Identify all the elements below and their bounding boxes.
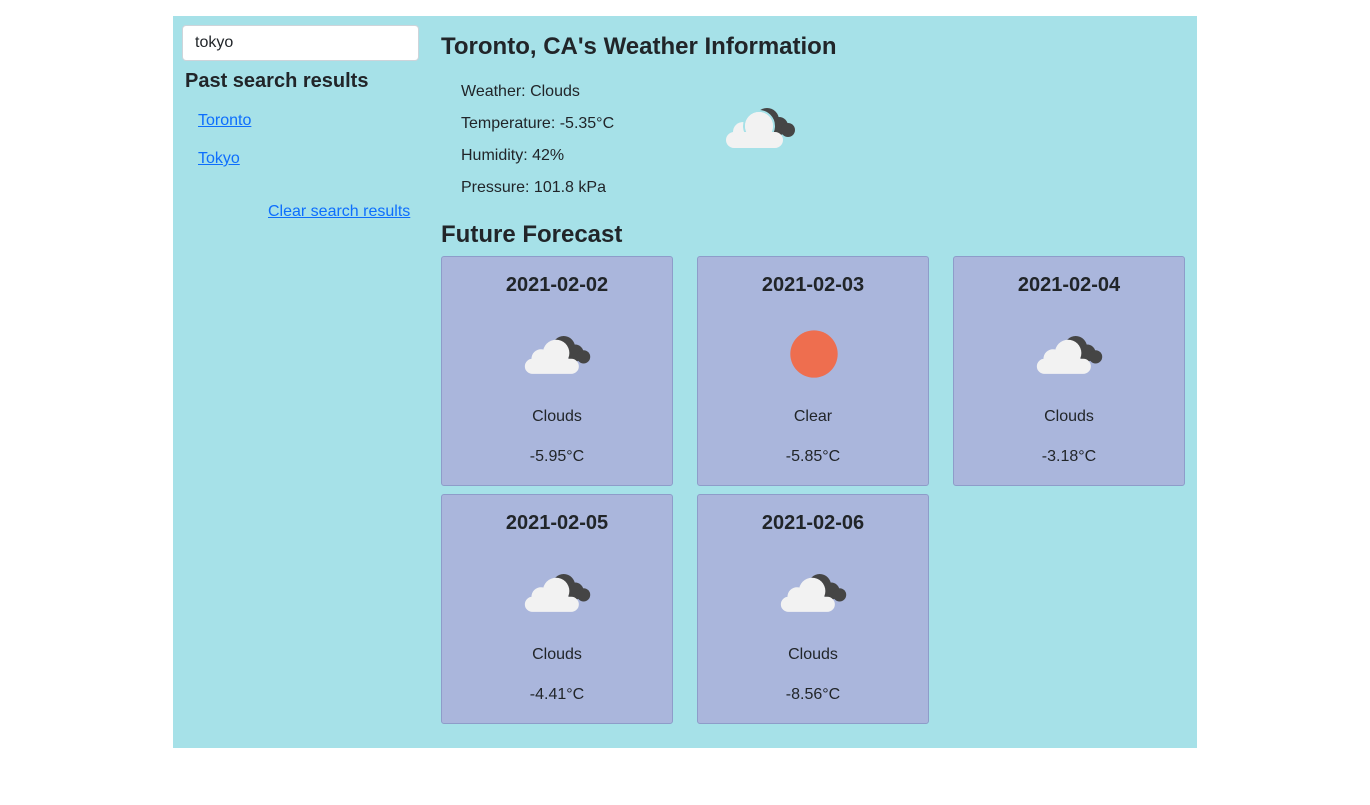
forecast-card: 2021-02-04 Clouds -3.18°C	[953, 256, 1185, 486]
forecast-description: Clouds	[788, 646, 838, 663]
current-weather: Weather: Clouds	[461, 83, 580, 100]
forecast-card: 2021-02-03 Clear -5.85°C	[697, 256, 929, 486]
forecast-date: 2021-02-03	[761, 274, 865, 296]
forecast-temperature: -3.18°C	[1041, 448, 1097, 465]
current-pressure: Pressure: 101.8 kPa	[461, 179, 606, 196]
forecast-temperature: -5.95°C	[529, 448, 585, 465]
forecast-description: Clouds	[532, 646, 582, 663]
forecast-card: 2021-02-06 Clouds -8.56°C	[697, 494, 929, 724]
weather-app: Past search results Toronto Tokyo Clear …	[173, 16, 1197, 748]
forecast-temperature: -8.56°C	[785, 686, 841, 703]
forecast-card: 2021-02-05 Clouds -4.41°C	[441, 494, 673, 724]
clouds-icon	[522, 329, 594, 384]
history-link-toronto[interactable]: Toronto	[198, 112, 251, 130]
current-temperature: Temperature: -5.35°C	[461, 115, 615, 132]
sun-icon	[778, 329, 850, 384]
city-weather-title: Toronto, CA's Weather Information	[441, 33, 837, 60]
history-link-tokyo[interactable]: Tokyo	[198, 150, 240, 168]
clouds-icon	[778, 567, 850, 622]
clouds-icon	[1034, 329, 1106, 384]
clear-search-results-link[interactable]: Clear search results	[268, 203, 410, 221]
forecast-temperature: -4.41°C	[529, 686, 585, 703]
forecast-description: Clouds	[532, 408, 582, 425]
forecast-card: 2021-02-02 Clouds -5.95°C	[441, 256, 673, 486]
forecast-temperature: -5.85°C	[785, 448, 841, 465]
clouds-icon	[522, 567, 594, 622]
city-search-input[interactable]	[182, 25, 419, 61]
forecast-date: 2021-02-04	[1017, 274, 1121, 296]
forecast-date: 2021-02-06	[761, 512, 865, 534]
future-forecast-title: Future Forecast	[441, 221, 623, 248]
past-search-title: Past search results	[185, 70, 369, 92]
forecast-description: Clouds	[1044, 408, 1094, 425]
clouds-icon	[723, 102, 799, 157]
forecast-date: 2021-02-02	[505, 274, 609, 296]
forecast-description: Clear	[793, 408, 833, 425]
current-humidity: Humidity: 42%	[461, 147, 565, 164]
forecast-date: 2021-02-05	[505, 512, 609, 534]
